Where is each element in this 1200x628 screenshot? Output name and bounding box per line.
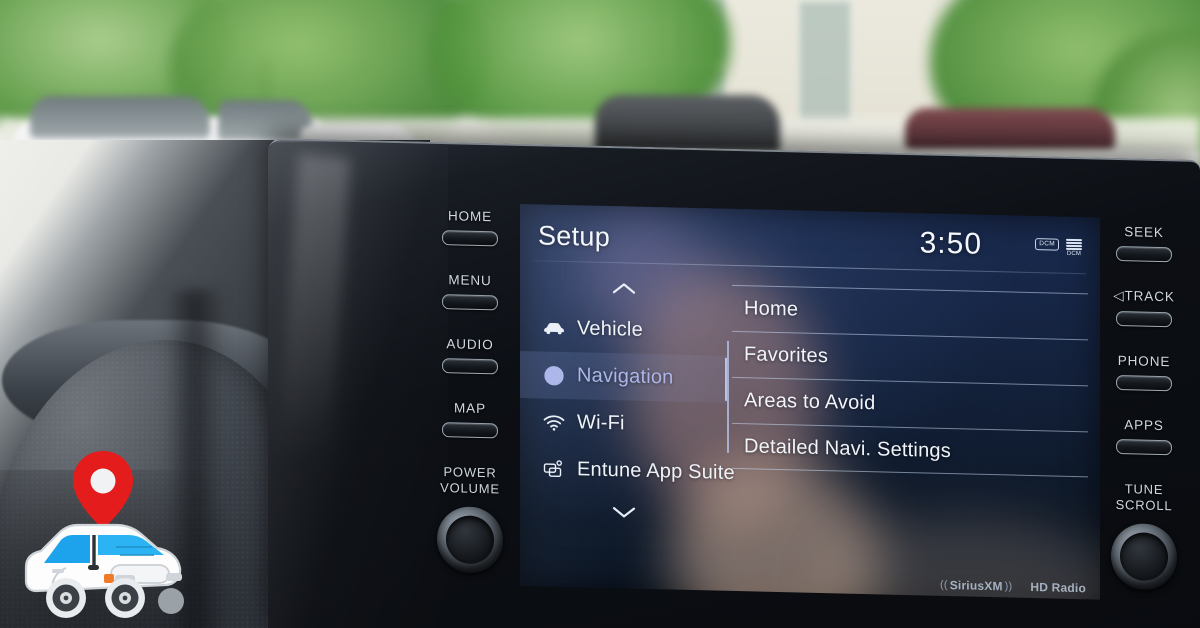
car-icon bbox=[542, 316, 566, 341]
power-label: POWER bbox=[443, 464, 497, 481]
apps-button-key[interactable] bbox=[1116, 438, 1172, 456]
audio-button-key[interactable] bbox=[442, 358, 498, 375]
map-button[interactable]: MAP bbox=[416, 399, 524, 439]
seek-button[interactable]: SEEK bbox=[1090, 223, 1198, 263]
audio-button-label: AUDIO bbox=[446, 336, 494, 353]
tune-scroll-knob-group[interactable]: TUNE SCROLL bbox=[1090, 480, 1198, 591]
home-button[interactable]: HOME bbox=[416, 207, 524, 247]
infotainment-head-unit: HOME MENU AUDIO MAP POWER VOLUME SEEK ◁T… bbox=[268, 138, 1200, 628]
category-list: Vehicle Navigation Wi-Fi Entune App Suit… bbox=[520, 268, 735, 533]
right-button-column: SEEK ◁TRACK PHONE APPS TUNE SCROLL bbox=[1090, 223, 1198, 591]
seek-button-label: SEEK bbox=[1124, 224, 1164, 241]
dcm-signal-icon: DCM bbox=[1066, 238, 1082, 258]
page-title: Setup bbox=[538, 220, 611, 253]
scroll-label: SCROLL bbox=[1115, 496, 1173, 514]
left-button-column: HOME MENU AUDIO MAP POWER VOLUME bbox=[416, 207, 524, 574]
parked-car-red bbox=[905, 108, 1115, 150]
touchscreen-display[interactable]: Setup 3:50 DCM DCM Vehicle Navigation Wi… bbox=[520, 203, 1100, 600]
car-illustration bbox=[24, 523, 184, 618]
power-volume-label: POWER VOLUME bbox=[416, 463, 524, 497]
menu-button-label: MENU bbox=[448, 272, 492, 289]
track-button-label: ◁TRACK bbox=[1113, 287, 1175, 305]
option-label-home: Home bbox=[744, 297, 799, 321]
category-item-wifi[interactable]: Wi-Fi bbox=[520, 398, 727, 450]
tune-scroll-label: TUNE SCROLL bbox=[1090, 480, 1198, 514]
chevron-up-icon bbox=[612, 283, 635, 294]
apps-button-label: APPS bbox=[1124, 417, 1164, 434]
scroll-down-button[interactable] bbox=[520, 492, 727, 533]
category-label-wifi: Wi-Fi bbox=[577, 411, 625, 435]
power-volume-knob-group[interactable]: POWER VOLUME bbox=[416, 463, 524, 574]
phone-button[interactable]: PHONE bbox=[1090, 352, 1198, 392]
scene: HOME MENU AUDIO MAP POWER VOLUME SEEK ◁T… bbox=[0, 0, 1200, 628]
signal-bars-icon bbox=[1066, 238, 1082, 250]
apps-icon bbox=[542, 457, 566, 482]
dcm-badge-icon: DCM bbox=[1035, 238, 1059, 251]
map-button-label: MAP bbox=[454, 400, 486, 417]
option-item-home[interactable]: Home bbox=[732, 284, 1088, 340]
hd-radio-label: HD Radio bbox=[1030, 579, 1086, 596]
hd-radio-logo: HD Radio bbox=[1030, 580, 1086, 595]
volume-label: VOLUME bbox=[440, 479, 500, 497]
brand-logos: (( SiriusXM )) HD Radio bbox=[940, 578, 1086, 595]
clock: 3:50 bbox=[919, 226, 982, 261]
siriusxm-label: SiriusXM bbox=[949, 578, 1003, 594]
track-button[interactable]: ◁TRACK bbox=[1090, 287, 1198, 328]
panel-divider bbox=[727, 340, 729, 453]
compass-icon bbox=[542, 363, 566, 388]
status-bar: DCM DCM bbox=[1035, 238, 1082, 257]
option-item-areas-to-avoid[interactable]: Areas to Avoid bbox=[732, 376, 1088, 432]
scroll-up-button[interactable] bbox=[520, 268, 727, 309]
option-label-areas-to-avoid: Areas to Avoid bbox=[744, 389, 876, 415]
category-label-entune: Entune App Suite bbox=[577, 458, 735, 485]
track-button-key[interactable] bbox=[1116, 310, 1172, 328]
category-label-vehicle: Vehicle bbox=[577, 317, 643, 341]
sirius-wave-left-icon: (( bbox=[939, 578, 948, 592]
category-item-vehicle[interactable]: Vehicle bbox=[520, 304, 727, 356]
phone-button-key[interactable] bbox=[1116, 374, 1172, 392]
tune-label: TUNE bbox=[1124, 481, 1164, 498]
apps-button[interactable]: APPS bbox=[1090, 416, 1198, 456]
power-volume-knob[interactable] bbox=[437, 505, 503, 574]
menu-button-key[interactable] bbox=[442, 294, 498, 311]
category-item-navigation[interactable]: Navigation bbox=[520, 350, 727, 403]
dcm-signal-label: DCM bbox=[1066, 250, 1082, 258]
car-with-location-pin-logo bbox=[8, 443, 208, 628]
option-label-favorites: Favorites bbox=[744, 343, 829, 368]
option-item-detailed-navi-settings[interactable]: Detailed Navi. Settings bbox=[732, 422, 1088, 478]
wifi-icon bbox=[542, 410, 566, 435]
phone-button-label: PHONE bbox=[1117, 353, 1171, 370]
tune-scroll-knob[interactable] bbox=[1111, 522, 1177, 591]
logo-graphic bbox=[24, 451, 184, 618]
map-pin-icon bbox=[73, 451, 133, 529]
siriusxm-logo: (( SiriusXM )) bbox=[940, 578, 1012, 594]
option-item-favorites[interactable]: Favorites bbox=[732, 330, 1088, 386]
home-button-label: HOME bbox=[447, 208, 493, 225]
sirius-wave-right-icon: )) bbox=[1004, 580, 1013, 593]
seek-button-key[interactable] bbox=[1116, 245, 1172, 263]
audio-button[interactable]: AUDIO bbox=[416, 335, 524, 375]
chevron-down-icon bbox=[612, 507, 635, 518]
option-label-detailed-navi-settings: Detailed Navi. Settings bbox=[744, 434, 951, 462]
map-button-key[interactable] bbox=[442, 422, 498, 439]
category-item-entune-app-suite[interactable]: Entune App Suite bbox=[520, 445, 735, 497]
category-label-navigation: Navigation bbox=[577, 364, 674, 389]
menu-button[interactable]: MENU bbox=[416, 271, 524, 311]
home-button-key[interactable] bbox=[442, 230, 498, 247]
options-list: Home Favorites Areas to Avoid Detailed N… bbox=[732, 284, 1088, 478]
